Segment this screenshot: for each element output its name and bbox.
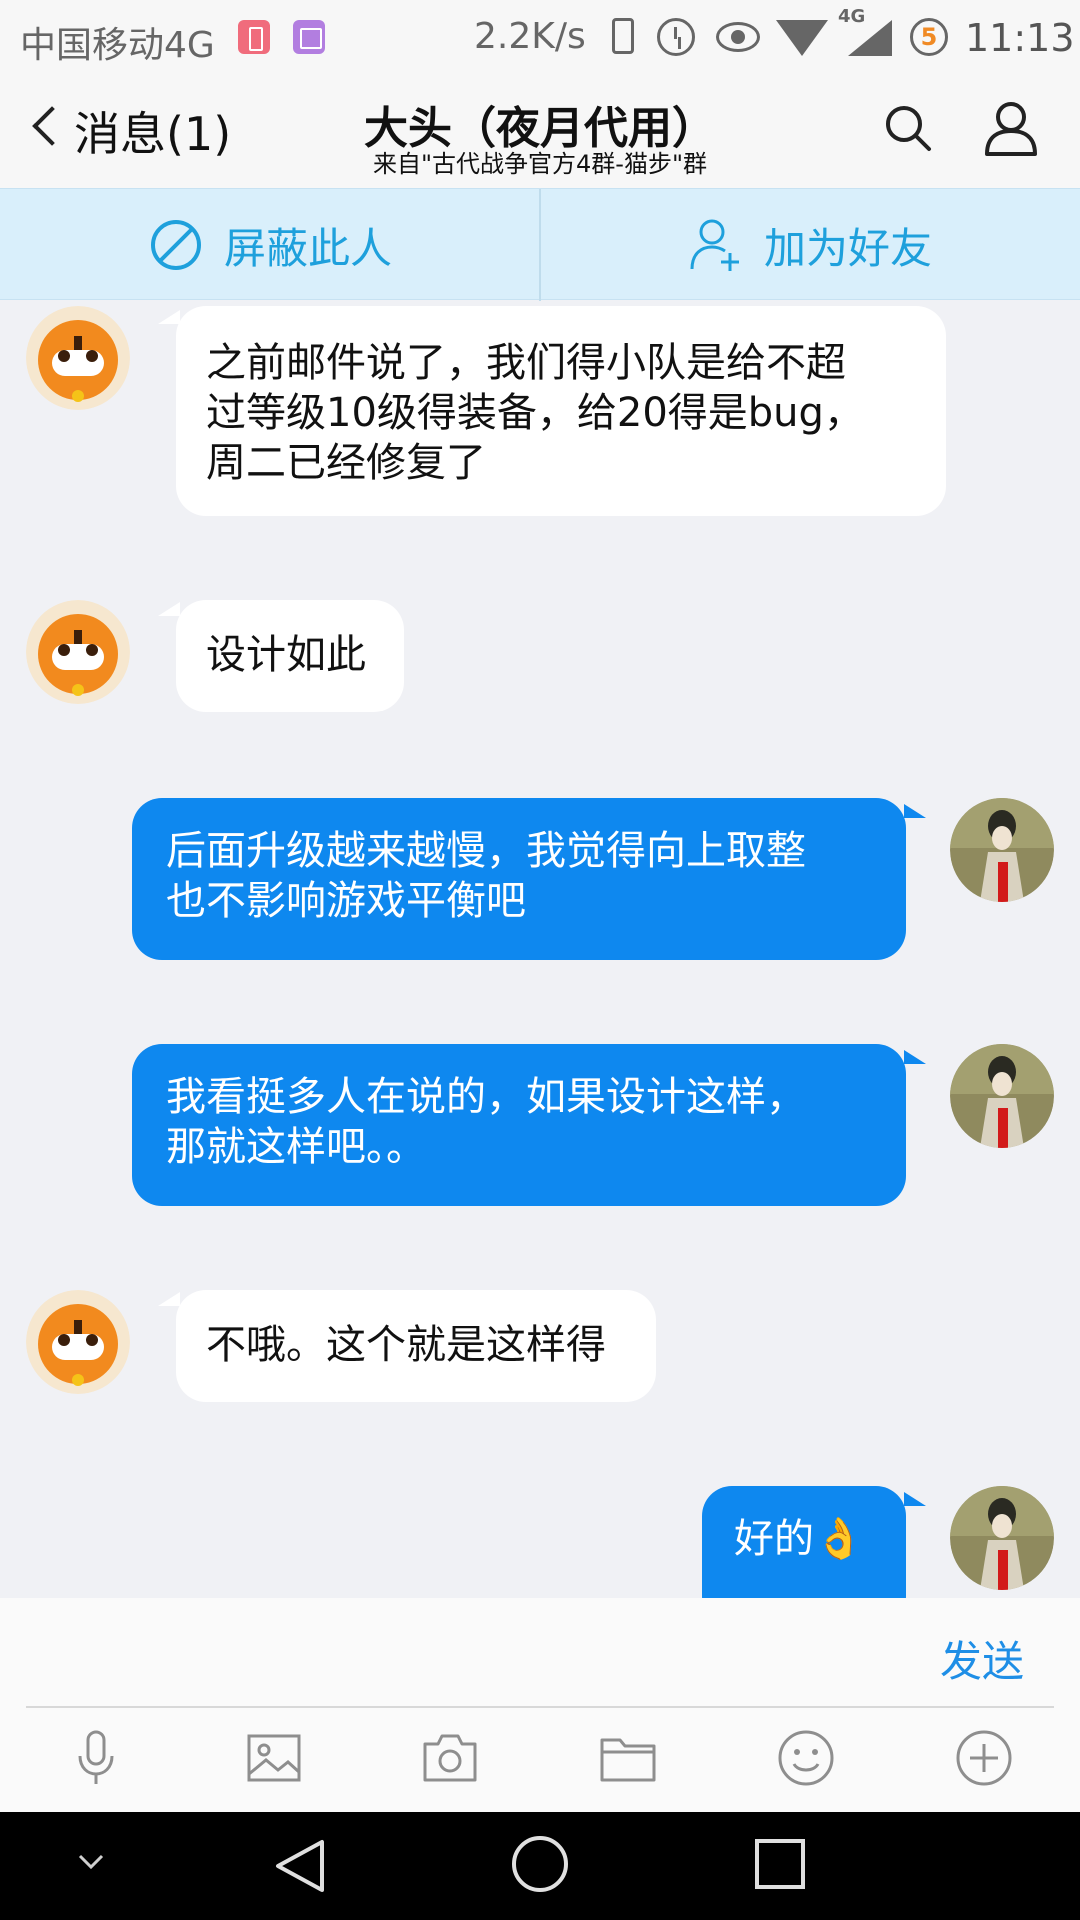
message-line: 过等级10级得装备，给20得是bug，	[206, 390, 864, 436]
message-line: 好的👌	[734, 1516, 864, 1562]
microphone-icon[interactable]	[66, 1728, 126, 1788]
message-line: 也不影响游戏平衡吧	[166, 878, 526, 924]
user-avatar[interactable]	[950, 798, 1054, 902]
back-button[interactable]: 消息(1)	[0, 76, 240, 188]
input-toolbar	[0, 1708, 1080, 1812]
message-line: 周二已经修复了	[206, 440, 486, 486]
signal-icon	[848, 20, 892, 56]
incoming-bubble[interactable]: 之前邮件说了，我们得小队是给不超 过等级10级得装备，给20得是bug， 周二已…	[176, 306, 946, 516]
back-triangle-icon[interactable]	[272, 1836, 328, 1896]
add-friend-button[interactable]: 加为好友	[690, 189, 932, 301]
block-user-label: 屏蔽此人	[224, 223, 393, 273]
outgoing-bubble[interactable]: 我看挺多人在说的，如果设计这样， 那就这样吧。。	[132, 1044, 906, 1206]
folder-icon[interactable]	[598, 1728, 658, 1788]
user-avatar[interactable]	[950, 1044, 1054, 1148]
tiger-avatar[interactable]	[26, 306, 130, 410]
bubble-tail	[158, 310, 180, 324]
action-bar: 屏蔽此人 加为好友	[0, 188, 1080, 301]
wifi-icon	[776, 20, 828, 56]
home-circle-icon[interactable]	[510, 1834, 570, 1894]
alarm-icon	[657, 18, 695, 56]
message-input-bar: 发送	[0, 1598, 1080, 1708]
vibrate-icon	[612, 18, 634, 54]
app-notification-icon	[238, 20, 270, 54]
back-chevron-icon	[32, 106, 72, 146]
add-friend-label: 加为好友	[764, 223, 933, 273]
chevron-down-icon[interactable]	[76, 1852, 106, 1872]
message-line: 那就这样吧。。	[166, 1124, 426, 1170]
incoming-bubble[interactable]: 设计如此	[176, 600, 404, 712]
image-icon[interactable]	[244, 1728, 304, 1788]
add-friend-icon	[690, 219, 739, 271]
message-line: 我看挺多人在说的，如果设计这样，	[166, 1074, 806, 1120]
back-label: 消息(1)	[74, 107, 232, 161]
status-bar: 中国移动4G 2.2K/s 4G 5 11:13	[0, 0, 1080, 76]
chat-subtitle: 来自"古代战争官方4群-猫步"群	[372, 150, 707, 178]
plus-icon[interactable]	[954, 1728, 1014, 1788]
clock: 11:13	[965, 16, 1075, 60]
message-line: 不哦。这个就是这样得	[206, 1322, 606, 1368]
bubble-tail	[158, 1292, 180, 1306]
outgoing-bubble[interactable]: 后面升级越来越慢，我觉得向上取整 也不影响游戏平衡吧	[132, 798, 906, 960]
chat-list[interactable]: 之前邮件说了，我们得小队是给不超 过等级10级得装备，给20得是bug， 周二已…	[0, 300, 1080, 1598]
send-button[interactable]: 发送	[940, 1628, 1024, 1689]
action-divider	[539, 189, 541, 301]
tiger-avatar[interactable]	[26, 1290, 130, 1394]
block-icon	[151, 220, 201, 270]
chat-header: 消息(1) 大头（夜月代用） 来自"古代战争官方4群-猫步"群	[0, 76, 1080, 188]
carrier-label: 中国移动4G	[20, 25, 215, 66]
bubble-tail	[904, 804, 926, 818]
profile-icon[interactable]	[984, 100, 1038, 156]
camera-icon[interactable]	[420, 1728, 480, 1788]
message-input[interactable]	[26, 1598, 906, 1706]
tiger-avatar[interactable]	[26, 600, 130, 704]
network-speed: 2.2K/s	[474, 16, 586, 57]
outgoing-bubble[interactable]: 好的👌	[702, 1486, 906, 1598]
recents-square-icon[interactable]	[752, 1836, 808, 1892]
message-line: 设计如此	[206, 632, 366, 678]
eye-comfort-icon	[716, 22, 760, 52]
incoming-bubble[interactable]: 不哦。这个就是这样得	[176, 1290, 656, 1402]
emoji-icon[interactable]	[776, 1728, 836, 1788]
bubble-tail	[904, 1050, 926, 1064]
message-line: 后面升级越来越慢，我觉得向上取整	[166, 828, 806, 874]
user-avatar[interactable]	[950, 1486, 1054, 1590]
gallery-notification-icon	[293, 20, 325, 54]
message-line: 之前邮件说了，我们得小队是给不超	[206, 340, 846, 386]
battery-badge: 5	[910, 18, 948, 56]
bubble-tail	[158, 602, 180, 616]
search-icon[interactable]	[884, 104, 932, 152]
bubble-tail	[904, 1492, 926, 1506]
block-user-button[interactable]: 屏蔽此人	[150, 189, 392, 301]
system-navigation-bar	[0, 1812, 1080, 1920]
